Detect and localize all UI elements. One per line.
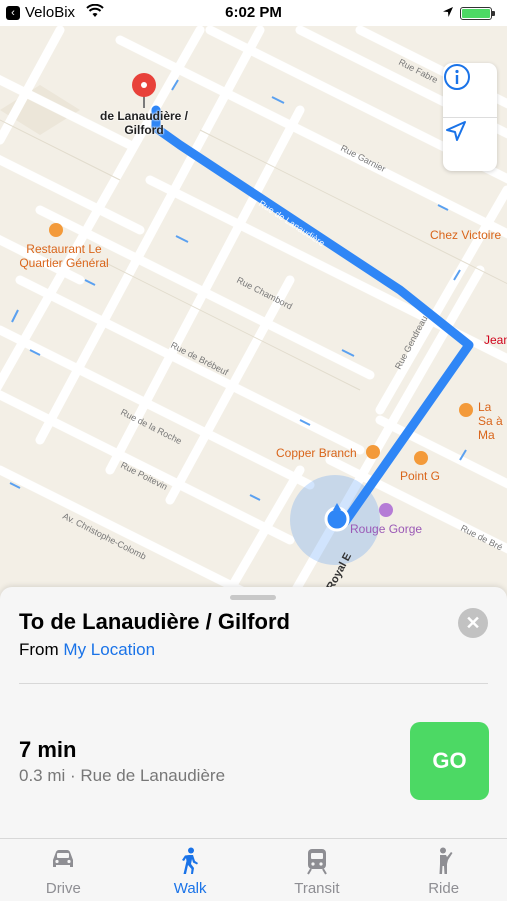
restaurant-icon [366, 445, 380, 459]
tab-label: Drive [45, 880, 81, 897]
poi-label[interactable]: Chez Victoire [430, 228, 501, 242]
restaurant-icon [49, 223, 63, 237]
route-title: To de Lanaudière / Gilford [19, 609, 290, 634]
transport-mode-tabs: Drive Walk Transit Ride [0, 838, 507, 901]
info-icon [444, 64, 470, 90]
tab-label: Ride [428, 880, 460, 897]
tracking-button[interactable] [443, 118, 497, 172]
restaurant-icon [459, 403, 473, 417]
map-controls [443, 63, 497, 171]
poi-label[interactable]: Copper Branch [276, 446, 357, 460]
sheet-grabber[interactable] [230, 595, 276, 600]
route-detail: 0.3 mi · Rue de Lanaudière [19, 766, 226, 785]
close-button[interactable]: ✕ [458, 608, 488, 638]
location-arrow-icon [446, 121, 466, 141]
go-button[interactable]: GO [410, 722, 489, 800]
destination-label: de Lanaudière / Gilford [99, 109, 189, 137]
route-duration: 7 min [19, 737, 77, 762]
street-grid: Rue Fabre Rue Garnier Rue Chambord Rue d… [0, 26, 507, 600]
tab-walk[interactable]: Walk [127, 839, 254, 901]
bar-icon [379, 503, 393, 517]
map-view[interactable]: Rue Fabre Rue Garnier Rue Chambord Rue d… [0, 26, 507, 600]
battery-icon [460, 7, 495, 20]
status-bar: ‹ VeloBix 6:02 PM [0, 0, 507, 26]
poi-label[interactable]: La Sa à Ma [478, 400, 506, 442]
poi-label[interactable]: Point G [400, 469, 440, 483]
tab-label: Transit [294, 880, 340, 897]
car-icon [49, 847, 77, 876]
current-location-dot[interactable] [324, 506, 350, 532]
tab-drive[interactable]: Drive [0, 839, 127, 901]
tab-ride[interactable]: Ride [380, 839, 507, 901]
divider [19, 683, 488, 684]
tab-transit[interactable]: Transit [254, 839, 381, 901]
from-prefix: From [19, 640, 59, 659]
origin-link[interactable]: My Location [63, 640, 155, 659]
restaurant-icon [414, 451, 428, 465]
info-button[interactable] [443, 63, 497, 117]
poi-label[interactable]: Rouge Gorge [350, 522, 422, 536]
ride-icon [432, 847, 456, 880]
location-arrow-icon [442, 5, 454, 22]
tab-label: Walk [173, 880, 207, 897]
transit-icon [305, 847, 329, 880]
route-origin: From My Location [19, 640, 155, 660]
status-time: 6:02 PM [225, 4, 282, 21]
poi-label[interactable]: Restaurant Le Quartier Général [14, 242, 114, 270]
poi-label[interactable]: Jean [484, 333, 507, 347]
walk-icon [178, 847, 202, 880]
